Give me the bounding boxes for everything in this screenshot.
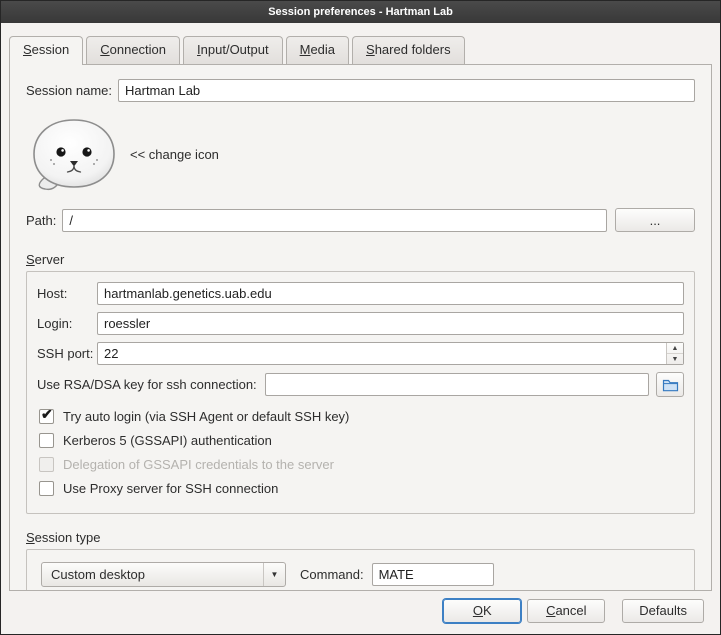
cancel-button[interactable]: Cancel — [527, 599, 605, 623]
tab-bar: Session Connection Input/Output Media Sh… — [1, 23, 720, 64]
tab-connection[interactable]: Connection — [86, 36, 180, 64]
ssh-port-label: SSH port: — [37, 346, 97, 361]
command-label: Command: — [300, 567, 364, 582]
session-icon[interactable] — [28, 114, 116, 195]
proxy-checkbox-row[interactable]: Use Proxy server for SSH connection — [39, 481, 684, 496]
session-name-input[interactable] — [118, 79, 695, 102]
defaults-button[interactable]: Defaults — [622, 599, 704, 623]
auto-login-checkbox-row[interactable]: Try auto login (via SSH Agent or default… — [39, 409, 684, 424]
window-title: Session preferences - Hartman Lab — [268, 6, 453, 18]
login-input[interactable] — [97, 312, 684, 335]
session-preferences-dialog: Session preferences - Hartman Lab Sessio… — [0, 0, 721, 635]
gssapi-delegation-checkbox-row: Delegation of GSSAPI credentials to the … — [39, 457, 684, 472]
command-input[interactable] — [372, 563, 494, 586]
rsa-key-browse-button[interactable] — [656, 372, 684, 397]
kerberos-label: Kerberos 5 (GSSAPI) authentication — [63, 433, 272, 448]
spin-down-icon[interactable]: ▼ — [667, 354, 683, 364]
spin-up-icon[interactable]: ▲ — [667, 343, 683, 354]
titlebar[interactable]: Session preferences - Hartman Lab — [1, 1, 720, 23]
session-type-selected: Custom desktop — [51, 567, 263, 582]
session-type-dropdown[interactable]: Custom desktop ▼ — [41, 562, 286, 587]
chevron-down-icon: ▼ — [263, 563, 285, 586]
path-label: Path: — [26, 213, 56, 228]
host-label: Host: — [37, 286, 97, 301]
login-label: Login: — [37, 316, 97, 331]
folder-icon — [662, 378, 679, 392]
proxy-label: Use Proxy server for SSH connection — [63, 481, 278, 496]
auto-login-label: Try auto login (via SSH Agent or default… — [63, 409, 349, 424]
rsa-key-input[interactable] — [265, 373, 649, 396]
session-type-group-label: Session type — [26, 530, 695, 545]
tab-shared-folders[interactable]: Shared folders — [352, 36, 465, 64]
change-icon-link[interactable]: << change icon — [130, 147, 219, 162]
proxy-checkbox[interactable] — [39, 481, 54, 496]
session-name-label: Session name: — [26, 83, 112, 98]
tab-session[interactable]: Session — [9, 36, 83, 65]
gssapi-delegation-checkbox — [39, 457, 54, 472]
ssh-port-spinbox: ▲ ▼ — [97, 342, 684, 365]
gssapi-delegation-label: Delegation of GSSAPI credentials to the … — [63, 457, 334, 472]
kerberos-checkbox[interactable] — [39, 433, 54, 448]
rsa-key-label: Use RSA/DSA key for ssh connection: — [37, 377, 257, 392]
host-input[interactable] — [97, 282, 684, 305]
tab-input-output[interactable]: Input/Output — [183, 36, 283, 64]
kerberos-checkbox-row[interactable]: Kerberos 5 (GSSAPI) authentication — [39, 433, 684, 448]
session-tab-panel: Session name: — [9, 64, 712, 591]
path-browse-button[interactable]: ... — [615, 208, 695, 232]
ssh-port-input[interactable] — [97, 342, 684, 365]
server-group-label: Server — [26, 252, 695, 267]
dialog-footer: OK Cancel Defaults — [1, 591, 720, 634]
session-type-groupbox: Custom desktop ▼ Command: — [26, 549, 695, 591]
auto-login-checkbox[interactable] — [39, 409, 54, 424]
server-groupbox: Host: Login: SSH port: ▲ ▼ Use RSA/DSA — [26, 271, 695, 514]
tab-media[interactable]: Media — [286, 36, 349, 64]
ok-button[interactable]: OK — [443, 599, 521, 623]
path-input[interactable] — [62, 209, 607, 232]
